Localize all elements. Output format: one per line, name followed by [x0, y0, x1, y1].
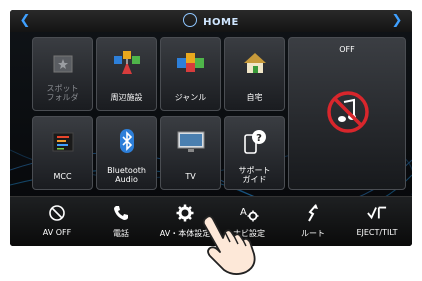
- tile-tv[interactable]: TV: [160, 116, 221, 190]
- tile-label: 周辺施設: [110, 93, 143, 102]
- tile-spot-folder[interactable]: スポット フォルダ: [32, 37, 93, 111]
- navigation-head-unit-screen: ❮ HOME ❯ スポット フォルダ 周辺施設 ジャンル 自宅 MCC Blue…: [10, 10, 412, 246]
- tile-label: MCC: [53, 172, 72, 181]
- tile-bluetooth-audio[interactable]: Bluetooth Audio: [96, 116, 157, 190]
- tile-nearby-facilities[interactable]: 周辺施設: [96, 37, 157, 111]
- tile-mcc[interactable]: MCC: [32, 116, 93, 190]
- genre-icon: [176, 50, 206, 76]
- route-button[interactable]: ルート: [282, 197, 344, 246]
- pointing-hand-icon: [202, 215, 256, 275]
- tile-label: Bluetooth Audio: [107, 166, 146, 184]
- tile-label: ジャンル: [174, 93, 207, 102]
- bottom-button-label: EJECT/TILT: [356, 228, 398, 237]
- bluetooth-icon: [112, 129, 142, 155]
- eject-tilt-button[interactable]: EJECT/TILT: [346, 197, 408, 246]
- tile-label: 自宅: [246, 93, 263, 102]
- svg-text:?: ?: [256, 133, 262, 144]
- gear-icon: [175, 204, 195, 222]
- chevron-right-icon[interactable]: ❯: [388, 12, 406, 30]
- av-off-icon: [47, 204, 67, 222]
- route-icon: [303, 204, 323, 222]
- tile-label: TV: [185, 172, 196, 181]
- phone-button[interactable]: 電話: [90, 197, 152, 246]
- mcc-equalizer-icon: [48, 129, 78, 155]
- nearby-facilities-icon: [112, 50, 142, 76]
- bottom-button-label: ルート: [301, 229, 325, 238]
- no-audio-note-icon: [327, 91, 369, 133]
- audio-status-label: OFF: [339, 45, 355, 54]
- support-guide-icon: ?: [240, 129, 270, 155]
- tv-icon: [176, 129, 206, 155]
- audio-source-widget[interactable]: OFF: [288, 37, 406, 190]
- home-icon: [183, 13, 198, 27]
- av-off-button[interactable]: AV OFF: [26, 197, 88, 246]
- top-bar: ❮ HOME ❯: [10, 10, 412, 32]
- tile-genre[interactable]: ジャンル: [160, 37, 221, 111]
- spot-folder-icon: [48, 50, 78, 76]
- tile-support-guide[interactable]: ? サポート ガイド: [224, 116, 285, 190]
- eject-tilt-icon: [367, 204, 387, 222]
- bottom-button-label: 電話: [113, 229, 129, 238]
- tile-label: サポート ガイド: [238, 166, 271, 184]
- page-title-text: HOME: [203, 17, 239, 28]
- bottom-button-label: AV OFF: [42, 228, 72, 237]
- tile-label: スポット フォルダ: [46, 84, 79, 102]
- page-title: HOME: [10, 13, 412, 28]
- phone-icon: [111, 204, 131, 222]
- tile-home[interactable]: 自宅: [224, 37, 285, 111]
- house-icon: [240, 50, 270, 76]
